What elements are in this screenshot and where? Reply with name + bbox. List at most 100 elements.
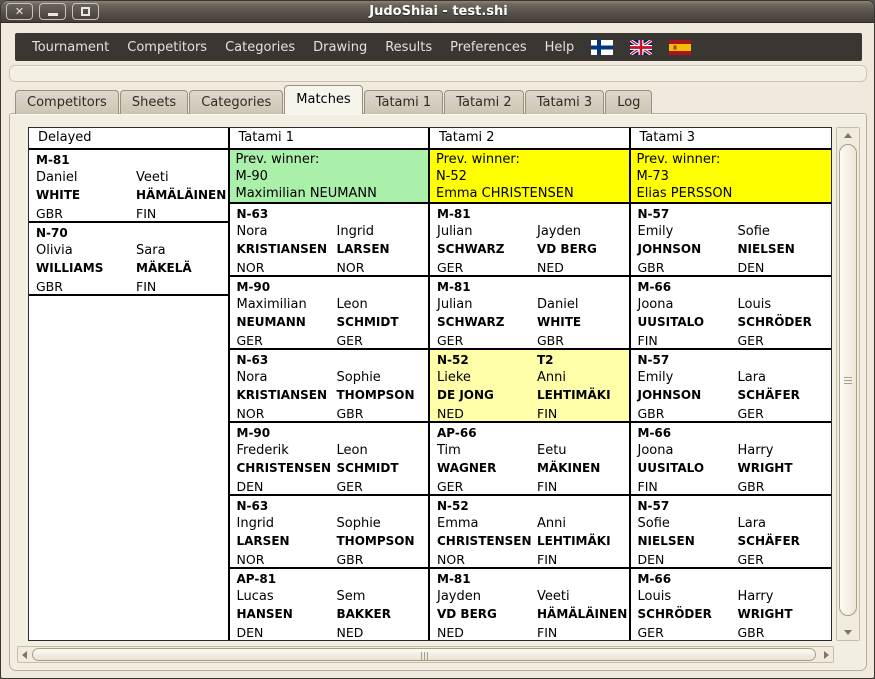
match-card[interactable]: AP-81LucasSemHANSENBAKKERDENNED [230,569,429,641]
board-column: Tatami 1Prev. winner:M-90Maximilian NEUM… [230,128,431,641]
match-card[interactable]: N-57EmilySofieJOHNSONNIELSENGBRDEN [631,204,832,277]
player-first-name: Leon [337,442,368,459]
player-last-name: CHRISTENSEN [237,459,332,478]
vertical-scrollbar-thumb[interactable] [839,144,857,616]
spanish-flag-icon[interactable] [669,40,691,55]
tab-log[interactable]: Log [605,90,652,114]
match-card[interactable]: M-81JulianJaydenSCHWARZVD BERGGERNED [430,204,629,277]
match-card[interactable]: M-66JoonaLouisUUSITALOSCHRÖDERFINGER [631,277,832,350]
menu-bar: Tournament Competitors Categories Drawin… [15,33,862,61]
prev-winner-name: Elias PERSSON [637,185,832,202]
match-category: M-90 [237,279,271,296]
window-title: JudoShiai - test.shi [1,4,875,19]
player-first-name: Olivia [36,242,73,259]
player-last-name: THOMPSON [337,532,415,551]
finnish-flag-icon[interactable] [591,40,613,55]
scroll-up-arrow-icon[interactable] [844,133,852,138]
match-row-cat: N-70 [29,225,228,242]
prev-winner-card[interactable]: Prev. winner:M-90Maximilian NEUMANN [230,150,429,204]
tab-matches[interactable]: Matches [284,85,362,114]
match-row-last: DE JONGLEHTIMÄKI [430,386,629,405]
match-row-country: NORGBR [230,551,429,568]
player-last-name: LARSEN [237,532,290,551]
match-row-country: GBRGER [631,405,832,422]
menu-drawing[interactable]: Drawing [304,40,376,55]
match-card[interactable]: N-63IngridSophieLARSEN THOMPSONNORGBR [230,496,429,569]
match-card[interactable]: N-57SofieLaraNIELSENSCHÄFERDENGER [631,496,832,569]
scroll-down-arrow-icon[interactable] [844,630,852,635]
match-row-country: GERGBR [430,332,629,349]
player-first-name: Julian [437,296,473,313]
match-row-country: NEDFIN [430,624,629,641]
match-card[interactable]: M-81JulianDanielSCHWARZWHITEGERGBR [430,277,629,350]
horizontal-scrollbar-thumb[interactable] [32,648,816,661]
match-row-first: EmilySofie [631,223,832,240]
menu-categories[interactable]: Categories [216,40,304,55]
board-column: DelayedM-81DanielVeetiWHITEHÄMÄLÄINENGBR… [29,128,230,641]
tab-tatami-3[interactable]: Tatami 3 [525,90,605,114]
menu-help[interactable]: Help [536,40,584,55]
match-card[interactable]: M-90FrederikLeonCHRISTENSENSCHMIDTDENGER [230,423,429,496]
match-row-cat: M-66 [631,425,832,442]
tab-competitors[interactable]: Competitors [15,90,119,114]
player-country: DEN [237,478,264,495]
prev-winner-card[interactable]: Prev. winner:M-73Elias PERSSON [631,150,832,204]
player-last-name: HÄMÄLÄINEN [136,186,226,205]
tab-tatami-2[interactable]: Tatami 2 [444,90,524,114]
player-country: GBR [36,278,63,295]
player-last-name: KRISTIANSEN [237,386,328,405]
match-card[interactable]: N-57EmilyLaraJOHNSONSCHÄFERGBRGER [631,350,832,423]
match-card[interactable]: AP-66TimEetuWAGNERMÄKINENGERFIN [430,423,629,496]
player-country: FIN [136,205,156,222]
player-last-name: HÄMÄLÄINEN [537,605,627,624]
scroll-left-arrow-icon[interactable] [22,651,27,659]
match-card[interactable]: N-52EmmaAnniCHRISTENSENLEHTIMÄKINORFIN [430,496,629,569]
player-country: GER [638,624,664,641]
match-card[interactable]: N-63NoraSophieKRISTIANSENTHOMPSONNORGBR [230,350,429,423]
player-first-name: Lara [738,369,767,386]
tab-categories[interactable]: Categories [189,90,283,114]
player-country: NOR [437,551,465,568]
match-card[interactable]: N-70OliviaSaraWILLIAMSMÄKELÄGBRFIN [29,223,228,296]
toolbar-strip [9,65,867,82]
match-row-country: NORNOR [230,259,429,276]
player-first-name: Sophie [337,515,381,532]
menu-results[interactable]: Results [376,40,441,55]
match-row-cat: M-66 [631,279,832,296]
match-card[interactable]: N-52T2LiekeAnniDE JONGLEHTIMÄKINEDFIN [430,350,629,423]
match-row-first: LiekeAnni [430,369,629,386]
column-header: Tatami 1 [230,128,429,150]
match-card[interactable]: M-66LouisHarrySCHRÖDERWRIGHTGERGBR [631,569,832,641]
prev-winner-card[interactable]: Prev. winner:N-52Emma CHRISTENSEN [430,150,629,204]
match-card[interactable]: M-66JoonaHarryUUSITALOWRIGHTFINGBR [631,423,832,496]
player-last-name: NIELSEN [638,532,695,551]
player-first-name: Anni [537,515,566,532]
vertical-scrollbar[interactable] [836,127,860,641]
match-card[interactable]: M-81DanielVeetiWHITEHÄMÄLÄINENGBRFIN [29,150,228,223]
match-row-cat: N-57 [631,352,832,369]
match-card[interactable]: N-63NoraIngridKRISTIANSENLARSENNORNOR [230,204,429,277]
player-country: FIN [638,332,658,349]
match-card[interactable]: M-81JaydenVeetiVD BERGHÄMÄLÄINENNEDFIN [430,569,629,641]
menu-tournament[interactable]: Tournament [23,40,118,55]
menu-preferences[interactable]: Preferences [441,40,535,55]
match-category: M-81 [437,279,471,296]
player-country: DEN [738,259,765,276]
horizontal-scrollbar[interactable] [17,646,834,663]
player-country: GBR [537,332,564,349]
match-row-country: FINGBR [631,478,832,495]
menu-competitors[interactable]: Competitors [118,40,216,55]
player-last-name: KRISTIANSEN [237,240,328,259]
tab-tatami-1[interactable]: Tatami 1 [364,90,444,114]
player-first-name: Daniel [36,169,77,186]
match-row-first: IngridSophie [230,515,429,532]
scroll-right-arrow-icon[interactable] [824,651,829,659]
match-category: N-63 [237,498,269,515]
match-row-last: NIELSENSCHÄFER [631,532,832,551]
match-row-country: NORFIN [430,551,629,568]
british-flag-icon[interactable] [630,40,652,55]
match-row-first: EmilyLara [631,369,832,386]
player-last-name: NIELSEN [738,240,795,259]
tab-sheets[interactable]: Sheets [120,90,188,114]
match-card[interactable]: M-90MaximilianLeonNEUMANNSCHMIDTGERGER [230,277,429,350]
